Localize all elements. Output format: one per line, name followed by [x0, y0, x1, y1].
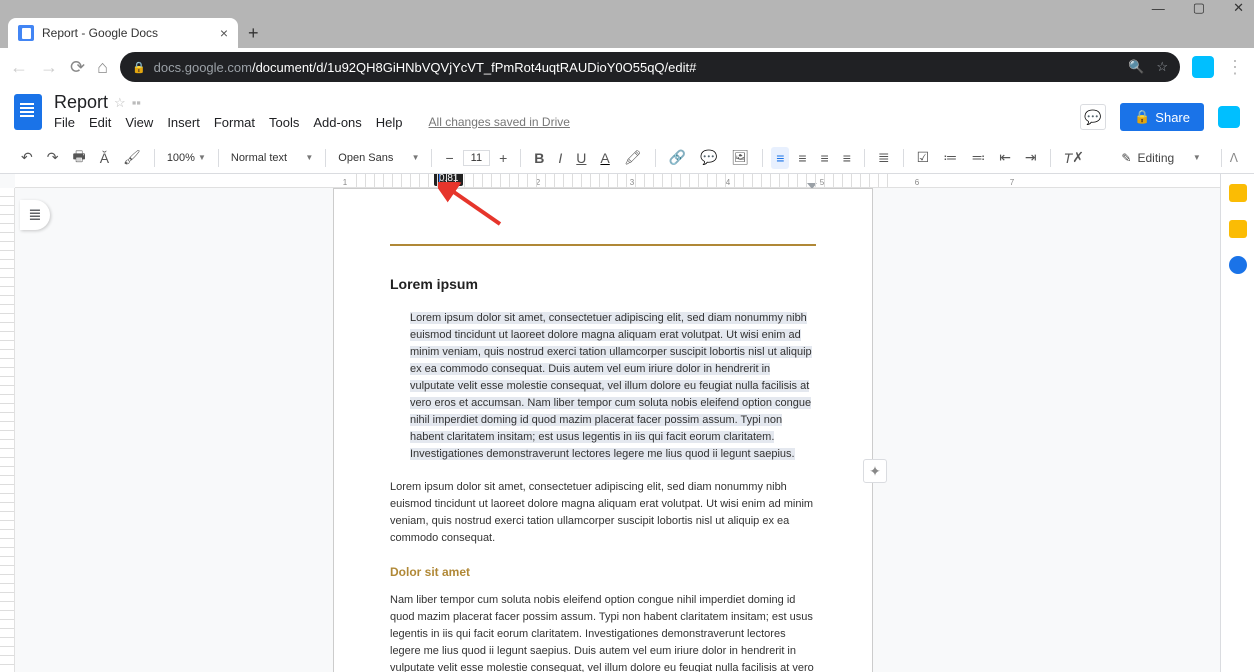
outline-toggle-button[interactable]: ≣: [20, 200, 50, 230]
menu-bar: File Edit View Insert Format Tools Add-o…: [54, 115, 570, 130]
browser-tab-active[interactable]: Report - Google Docs ×: [8, 18, 238, 48]
zoom-select[interactable]: 100%▼: [163, 152, 210, 164]
line-spacing-button[interactable]: ≣: [873, 146, 895, 169]
back-button[interactable]: ←: [10, 57, 28, 78]
horizontal-ruler[interactable]: 0.81 11234567: [15, 174, 1220, 188]
collapse-toolbar-button[interactable]: ᐱ: [1230, 151, 1238, 165]
indent-inc-button[interactable]: ⇥: [1020, 146, 1042, 169]
calendar-addon-icon[interactable]: [1229, 184, 1247, 202]
docs-header: Report ☆ ▪▪ File Edit View Insert Format…: [0, 86, 1254, 142]
new-tab-button[interactable]: +: [238, 19, 269, 48]
explore-button[interactable]: ✦: [863, 459, 887, 483]
ruler-tick: 6: [915, 178, 919, 187]
document-title[interactable]: Report: [54, 92, 108, 113]
paragraph-1-selected[interactable]: Lorem ipsum dolor sit amet, consectetuer…: [410, 312, 812, 460]
menu-addons[interactable]: Add-ons: [313, 115, 361, 130]
vertical-ruler[interactable]: [0, 188, 15, 672]
tab-close-icon[interactable]: ×: [220, 25, 228, 41]
editor-canvas: 0.81 11234567 ≣ Lorem ipsum Lorem ipsum …: [0, 174, 1220, 672]
lock-icon: 🔒: [132, 61, 146, 74]
menu-edit[interactable]: Edit: [89, 115, 111, 130]
font-family-select[interactable]: Open Sans ▼: [334, 152, 423, 164]
document-page[interactable]: Lorem ipsum Lorem ipsum dolor sit amet, …: [333, 188, 873, 672]
ruler-tick: 4: [726, 178, 730, 187]
clear-format-button[interactable]: T✗: [1059, 146, 1089, 169]
ruler-tick: 5: [820, 178, 824, 187]
keep-addon-icon[interactable]: [1229, 220, 1247, 238]
zoom-icon[interactable]: 🔍: [1128, 59, 1144, 75]
align-left-button[interactable]: ≡: [771, 147, 789, 169]
ruler-tick: 1: [343, 178, 347, 187]
docs-favicon: [18, 25, 34, 41]
docs-logo-icon[interactable]: [14, 94, 42, 130]
paint-format-button[interactable]: 🖌: [118, 146, 146, 169]
side-panel: [1220, 174, 1254, 672]
forward-button[interactable]: →: [40, 57, 58, 78]
align-justify-button[interactable]: ≡: [838, 147, 856, 169]
toolbar: ↶ ↷ 🖶 Ǎ 🖌 100%▼ Normal text ▼ Open Sans …: [0, 142, 1254, 174]
reload-button[interactable]: ⟳: [70, 57, 85, 78]
ruler-tick: 2: [536, 178, 540, 187]
spellcheck-button[interactable]: Ǎ: [95, 147, 114, 169]
bulleted-list-button[interactable]: ≔: [938, 146, 962, 169]
ruler-tick: 7: [1010, 178, 1014, 187]
url-bar[interactable]: 🔒 docs.google.com/document/d/1u92QH8GiHN…: [120, 52, 1180, 82]
account-avatar[interactable]: [1218, 106, 1240, 128]
decorative-rule: [390, 244, 816, 246]
browser-menu-icon[interactable]: ⋮: [1226, 57, 1244, 78]
url-host: docs.google.com: [154, 60, 252, 75]
paragraph-3[interactable]: Nam liber tempor cum soluta nobis eleife…: [390, 592, 816, 672]
menu-format[interactable]: Format: [214, 115, 255, 130]
window-maximize[interactable]: ▢: [1193, 0, 1205, 16]
highlight-button[interactable]: 🖍: [619, 146, 647, 169]
font-size-inc[interactable]: +: [494, 147, 512, 169]
paragraph-style-select[interactable]: Normal text ▼: [227, 152, 317, 164]
window-titlebar: — ▢ ✕: [0, 0, 1254, 16]
italic-button[interactable]: I: [553, 147, 567, 169]
mode-button[interactable]: ✎ Editing ▼: [1109, 151, 1212, 165]
menu-file[interactable]: File: [54, 115, 75, 130]
insert-link-button[interactable]: 🔗: [664, 146, 691, 169]
comments-button[interactable]: 💬: [1080, 104, 1106, 130]
tasks-addon-icon[interactable]: [1229, 256, 1247, 274]
indent-dec-button[interactable]: ⇤: [994, 146, 1016, 169]
bold-button[interactable]: B: [529, 147, 549, 169]
bookmark-icon[interactable]: ☆: [1156, 59, 1168, 75]
share-button[interactable]: 🔒 Share: [1120, 103, 1204, 131]
print-button[interactable]: 🖶: [67, 143, 90, 173]
paragraph-2[interactable]: Lorem ipsum dolor sit amet, consectetuer…: [390, 479, 816, 547]
font-size-dec[interactable]: −: [440, 147, 458, 169]
text-color-button[interactable]: A: [595, 147, 614, 169]
window-minimize[interactable]: —: [1152, 1, 1165, 16]
address-bar: ← → ⟳ ⌂ 🔒 docs.google.com/document/d/1u9…: [0, 48, 1254, 86]
menu-insert[interactable]: Insert: [167, 115, 200, 130]
star-icon[interactable]: ☆: [114, 95, 126, 111]
browser-tabs: Report - Google Docs × +: [0, 16, 1254, 48]
ruler-tick: 3: [630, 178, 634, 187]
tab-title: Report - Google Docs: [42, 26, 158, 40]
home-button[interactable]: ⌂: [97, 57, 108, 78]
window-close[interactable]: ✕: [1233, 0, 1244, 16]
url-path: /document/d/1u92QH8GiHNbVQVjYcVT_fPmRot4…: [252, 60, 696, 75]
move-folder-icon[interactable]: ▪▪: [132, 95, 141, 110]
heading-1[interactable]: Lorem ipsum: [390, 274, 816, 296]
redo-button[interactable]: ↷: [42, 146, 64, 169]
undo-button[interactable]: ↶: [16, 146, 38, 169]
menu-tools[interactable]: Tools: [269, 115, 299, 130]
align-center-button[interactable]: ≡: [793, 147, 811, 169]
save-status[interactable]: All changes saved in Drive: [429, 115, 570, 130]
insert-image-button[interactable]: 🖼: [726, 146, 754, 169]
share-label: Share: [1155, 110, 1190, 125]
annotation-arrow: [438, 182, 508, 232]
insert-comment-button[interactable]: 💬: [695, 146, 722, 169]
menu-view[interactable]: View: [125, 115, 153, 130]
align-right-button[interactable]: ≡: [816, 147, 834, 169]
underline-button[interactable]: U: [571, 147, 591, 169]
font-size-input[interactable]: 11: [463, 150, 490, 166]
numbered-list-button[interactable]: ≕: [966, 146, 990, 169]
subheading[interactable]: Dolor sit amet: [390, 563, 816, 582]
menu-help[interactable]: Help: [376, 115, 403, 130]
extension-icon[interactable]: [1192, 56, 1214, 78]
checklist-button[interactable]: ☑: [912, 146, 935, 169]
